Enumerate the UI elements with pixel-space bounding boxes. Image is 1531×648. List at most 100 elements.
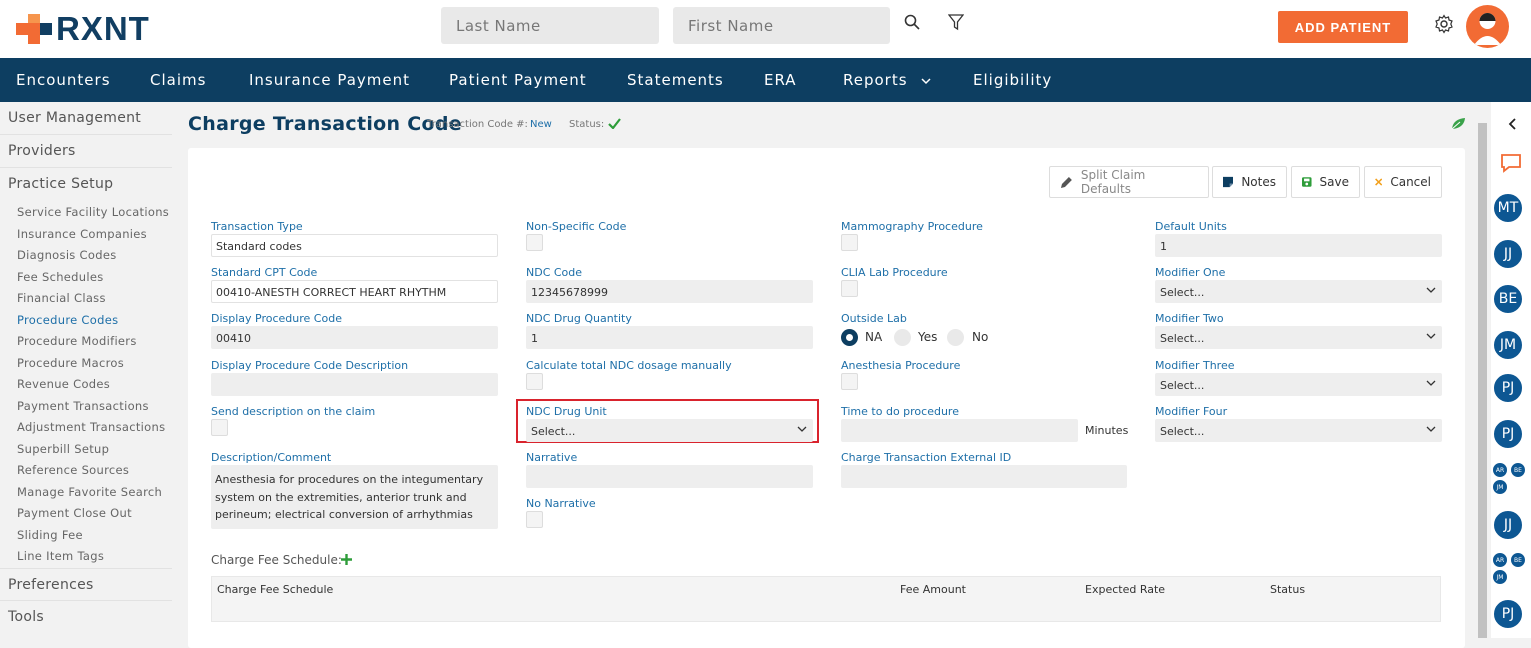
mammography-checkbox[interactable] xyxy=(841,234,858,251)
time-field[interactable] xyxy=(841,419,1078,442)
sidebar-sub-line-item-tags[interactable]: Line Item Tags xyxy=(0,546,172,568)
display-desc-label: Display Procedure Code Description xyxy=(211,359,409,372)
group-avatar-ar[interactable]: AR xyxy=(1492,462,1508,478)
narrative-field[interactable] xyxy=(526,465,813,488)
last-name-input[interactable]: Last Name xyxy=(441,7,659,44)
avatar-mt[interactable]: MT xyxy=(1492,192,1524,224)
gear-icon[interactable] xyxy=(1432,12,1456,36)
ndc-code-field[interactable]: 12345678999 xyxy=(526,280,813,303)
group-avatar-be-2[interactable]: BE xyxy=(1510,552,1526,568)
chevron-down-icon xyxy=(1426,426,1436,432)
filter-icon[interactable] xyxy=(946,12,966,32)
group-avatar-be[interactable]: BE xyxy=(1510,462,1526,478)
modifier-three-select[interactable]: Select... xyxy=(1155,373,1442,396)
page-title: Charge Transaction Code xyxy=(188,113,462,135)
outside-lab-radio-yes[interactable] xyxy=(894,329,911,346)
sidebar-sub-diagnosis-codes[interactable]: Diagnosis Codes xyxy=(0,245,172,267)
sidebar-sub-payment-transactions[interactable]: Payment Transactions xyxy=(0,396,172,418)
no-narrative-checkbox[interactable] xyxy=(526,511,543,528)
display-procedure-code-field[interactable]: 00410 xyxy=(211,326,498,349)
avatar-jj[interactable]: JJ xyxy=(1492,238,1524,270)
sidebar-sub-reference-sources[interactable]: Reference Sources xyxy=(0,460,172,482)
nav-claims[interactable]: Claims xyxy=(150,71,206,89)
sidebar-sub-procedure-modifiers[interactable]: Procedure Modifiers xyxy=(0,331,172,353)
avatar-pj[interactable]: PJ xyxy=(1492,372,1524,404)
group-avatar-ar-2[interactable]: AR xyxy=(1492,552,1508,568)
avatar-pj-3[interactable]: PJ xyxy=(1492,598,1524,630)
nav-reports[interactable]: Reports xyxy=(843,71,931,89)
outside-lab-yes-label: Yes xyxy=(918,330,938,344)
ndc-qty-field[interactable]: 1 xyxy=(526,326,813,349)
avatar-pj-2[interactable]: PJ xyxy=(1492,418,1524,450)
split-claim-defaults-button[interactable]: Split Claim Defaults xyxy=(1049,166,1209,198)
sidebar-item-user-management[interactable]: User Management xyxy=(0,102,172,135)
sidebar-sub-superbill-setup[interactable]: Superbill Setup xyxy=(0,439,172,461)
clia-label: CLIA Lab Procedure xyxy=(841,266,948,279)
rxnt-logo[interactable]: RXNT xyxy=(16,9,150,49)
send-desc-checkbox[interactable] xyxy=(211,419,228,436)
nav-encounters[interactable]: Encounters xyxy=(16,71,111,89)
sidebar-sub-procedure-macros[interactable]: Procedure Macros xyxy=(0,353,172,375)
sidebar-sub-revenue-codes[interactable]: Revenue Codes xyxy=(0,374,172,396)
modifier-two-select[interactable]: Select... xyxy=(1155,326,1442,349)
add-patient-button[interactable]: ADD PATIENT xyxy=(1278,11,1408,43)
display-desc-field[interactable] xyxy=(211,373,498,396)
sidebar-sub-financial-class[interactable]: Financial Class xyxy=(0,288,172,310)
anesthesia-checkbox[interactable] xyxy=(841,373,858,390)
outside-lab-label: Outside Lab xyxy=(841,312,907,325)
nav-era[interactable]: ERA xyxy=(764,71,797,89)
default-units-field[interactable]: 1 xyxy=(1155,234,1442,257)
nonspecific-code-checkbox[interactable] xyxy=(526,234,543,251)
first-name-input[interactable]: First Name xyxy=(673,7,890,44)
external-id-field[interactable] xyxy=(841,465,1127,488)
group-avatar-jm-2[interactable]: JM xyxy=(1492,569,1508,585)
user-avatar[interactable] xyxy=(1466,5,1509,48)
sidebar-sub-payment-close-out[interactable]: Payment Close Out xyxy=(0,503,172,525)
clia-checkbox[interactable] xyxy=(841,280,858,297)
status-label: Status: xyxy=(569,119,605,130)
main-scrollbar[interactable] xyxy=(1474,105,1491,638)
sidebar-sub-service-facility-locations[interactable]: Service Facility Locations xyxy=(0,202,172,224)
avatar-be[interactable]: BE xyxy=(1492,283,1524,315)
notes-button[interactable]: Notes xyxy=(1212,166,1287,198)
group-avatar-jm[interactable]: JM xyxy=(1492,479,1508,495)
sidebar-item-preferences[interactable]: Preferences xyxy=(0,567,172,601)
nav-eligibility[interactable]: Eligibility xyxy=(973,71,1052,89)
search-icon[interactable] xyxy=(902,12,922,32)
add-fee-schedule-icon[interactable] xyxy=(340,553,353,566)
desc-comment-label: Description/Comment xyxy=(211,451,332,464)
cancel-button[interactable]: Cancel xyxy=(1364,166,1442,198)
sidebar-sub-sliding-fee[interactable]: Sliding Fee xyxy=(0,525,172,547)
ndc-unit-select[interactable]: Select... xyxy=(526,419,813,442)
outside-lab-radio-no[interactable] xyxy=(947,329,964,346)
notes-label: Notes xyxy=(1241,175,1276,189)
outside-lab-radio-na[interactable] xyxy=(841,329,858,346)
chat-icon[interactable] xyxy=(1500,153,1522,173)
avatar-jm[interactable]: JM xyxy=(1492,329,1524,361)
outside-lab-no-label: No xyxy=(972,330,989,344)
sidebar-sub-insurance-companies[interactable]: Insurance Companies xyxy=(0,224,172,246)
collapse-chevron-icon[interactable] xyxy=(1508,118,1518,130)
sidebar-sub-procedure-codes[interactable]: Procedure Codes xyxy=(0,310,172,332)
sidebar-sub-adjustment-transactions[interactable]: Adjustment Transactions xyxy=(0,417,172,439)
narrative-label: Narrative xyxy=(526,451,578,464)
sidebar-item-tools[interactable]: Tools xyxy=(0,601,172,634)
modifier-one-select[interactable]: Select... xyxy=(1155,280,1442,303)
modifier-four-select[interactable]: Select... xyxy=(1155,419,1442,442)
avatar-jj-2[interactable]: JJ xyxy=(1492,509,1524,541)
top-bar: RXNT Last Name First Name ADD PATIENT xyxy=(0,0,1531,58)
sidebar-sub-fee-schedules[interactable]: Fee Schedules xyxy=(0,267,172,289)
sidebar-item-practice-setup[interactable]: Practice Setup xyxy=(0,168,172,201)
no-narrative-label: No Narrative xyxy=(526,497,596,510)
save-button[interactable]: Save xyxy=(1291,166,1360,198)
sidebar-sub-manage-favorite-search[interactable]: Manage Favorite Search xyxy=(0,482,172,504)
transaction-type-field[interactable]: Standard codes xyxy=(211,234,498,257)
scrollbar-thumb[interactable] xyxy=(1478,123,1487,638)
sidebar-item-providers[interactable]: Providers xyxy=(0,135,172,168)
nav-insurance-payment[interactable]: Insurance Payment xyxy=(249,71,410,89)
desc-comment-textarea[interactable]: Anesthesia for procedures on the integum… xyxy=(211,465,498,529)
calc-ndc-checkbox[interactable] xyxy=(526,373,543,390)
nav-patient-payment[interactable]: Patient Payment xyxy=(449,71,587,89)
standard-cpt-field[interactable]: 00410-ANESTH CORRECT HEART RHYTHM xyxy=(211,280,498,303)
nav-statements[interactable]: Statements xyxy=(627,71,724,89)
